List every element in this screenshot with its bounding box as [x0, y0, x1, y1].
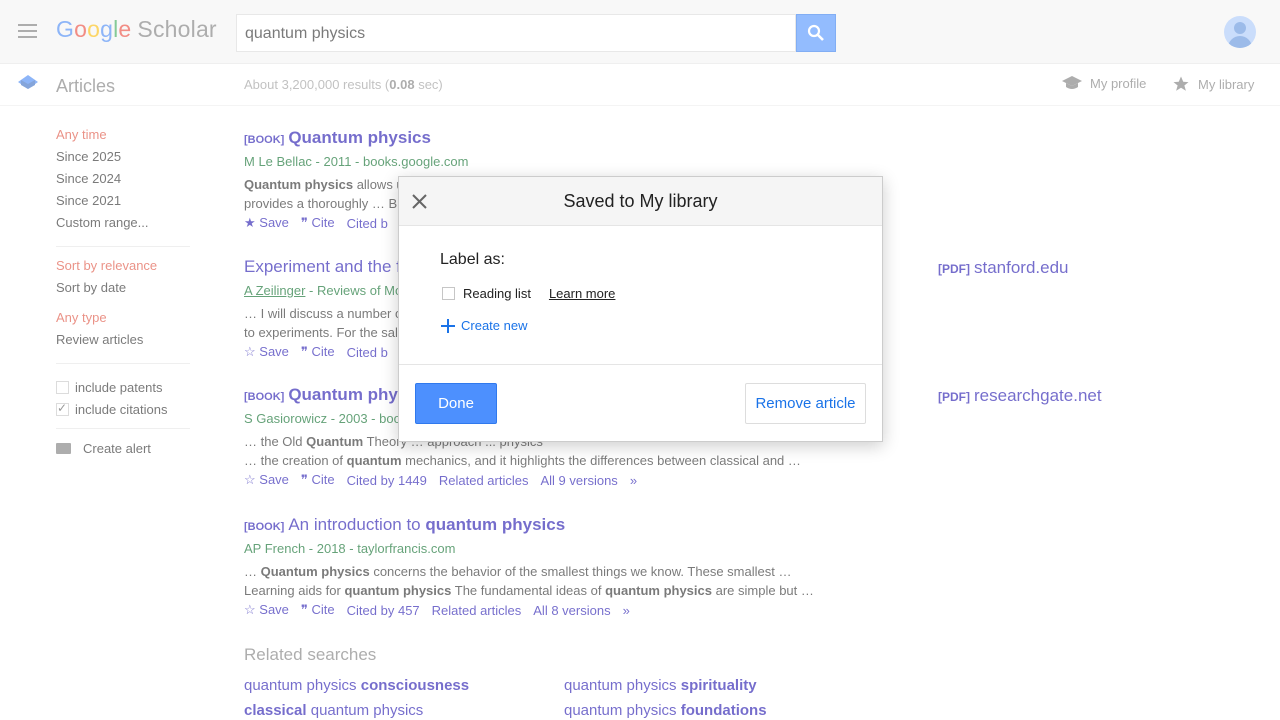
page-title: Articles — [56, 76, 116, 96]
save-button[interactable]: ☆ Save — [244, 344, 289, 360]
avatar[interactable] — [1224, 16, 1256, 48]
divider — [56, 428, 190, 429]
google-scholar-logo[interactable]: Google Scholar — [56, 16, 217, 43]
cite-button[interactable]: ❞ Cite — [301, 344, 335, 360]
more-icon[interactable]: » — [623, 603, 630, 618]
citations-checkbox[interactable] — [56, 401, 69, 416]
filter-since-2025[interactable]: Since 2025 — [56, 150, 190, 172]
related-search-link[interactable]: quantum physics spirituality — [564, 677, 757, 694]
filter-since-2024[interactable]: Since 2024 — [56, 172, 190, 194]
related-search-link[interactable]: quantum physics foundations — [564, 702, 767, 719]
sort-by-date[interactable]: Sort by date — [56, 281, 190, 303]
label-as-heading: Label as: — [440, 251, 505, 268]
related-articles-link[interactable]: Related articles — [439, 473, 529, 488]
cited-by-link[interactable]: Cited b — [347, 345, 388, 360]
result-meta: AP French - 2018 - taylorfrancis.com — [244, 541, 456, 556]
cited-by-link[interactable]: Cited by 457 — [347, 603, 420, 618]
cite-button[interactable]: ❞ Cite — [301, 472, 335, 488]
articles-icon — [18, 75, 38, 89]
include-patents-toggle[interactable]: include patents — [56, 376, 190, 398]
filter-review-articles[interactable]: Review articles — [56, 333, 190, 355]
versions-link[interactable]: All 8 versions — [533, 603, 610, 618]
dialog-title: Saved to My library — [563, 191, 718, 211]
dialog-header: Saved to My library — [399, 177, 882, 226]
save-button[interactable]: ☆ Save — [244, 472, 289, 488]
cite-button[interactable]: ❞ Cite — [301, 602, 335, 618]
related-searches-heading: Related searches — [244, 645, 377, 664]
save-button[interactable]: ★ Save — [244, 215, 289, 231]
cite-button[interactable]: ❞ Cite — [301, 215, 335, 231]
pdf-link[interactable]: [PDF] stanford.edu — [938, 258, 1069, 278]
sidebar: Any time Since 2025 Since 2024 Since 202… — [56, 128, 190, 456]
related-search-link[interactable]: classical quantum physics — [244, 702, 423, 719]
reading-list-row: Reading list Learn more — [442, 286, 615, 301]
divider — [56, 363, 190, 364]
create-alert-button[interactable]: Create alert — [56, 441, 190, 456]
create-new-label-button[interactable]: Create new — [441, 318, 527, 333]
graduation-cap-icon — [1062, 76, 1082, 89]
include-citations-toggle[interactable]: include citations — [56, 398, 190, 420]
filter-custom-range[interactable]: Custom range... — [56, 216, 190, 238]
result-item: [BOOK] An introduction to quantum physics… — [244, 515, 924, 618]
patents-checkbox[interactable] — [56, 380, 69, 394]
save-button[interactable]: ☆ Save — [244, 602, 289, 618]
filter-any-type[interactable]: Any type — [56, 311, 190, 333]
cited-by-link[interactable]: Cited b — [347, 216, 388, 231]
done-button[interactable]: Done — [415, 383, 497, 424]
result-title[interactable]: [BOOK] Quantum physics — [244, 128, 924, 148]
more-icon[interactable]: » — [630, 473, 637, 488]
result-actions: ☆ Save ❞ Cite Cited by 1449 Related arti… — [244, 472, 924, 488]
result-snippet: … Quantum physics concerns the behavior … — [244, 564, 814, 598]
cited-by-link[interactable]: Cited by 1449 — [347, 473, 427, 488]
search-button[interactable] — [796, 14, 836, 52]
saved-to-library-dialog: Saved to My library Label as: Reading li… — [398, 176, 883, 442]
result-meta: M Le Bellac - 2011 - books.google.com — [244, 154, 469, 169]
my-profile-link[interactable]: My profile — [1062, 75, 1146, 91]
versions-link[interactable]: All 9 versions — [541, 473, 618, 488]
envelope-icon — [56, 443, 71, 454]
reading-list-label[interactable]: Reading list — [463, 286, 531, 301]
learn-more-link[interactable]: Learn more — [549, 286, 615, 301]
result-actions: ☆ Save ❞ Cite Cited by 457 Related artic… — [244, 602, 924, 618]
reading-list-checkbox[interactable] — [442, 287, 455, 300]
divider — [399, 364, 882, 365]
menu-icon[interactable] — [18, 24, 37, 38]
result-title[interactable]: [BOOK] An introduction to quantum physics — [244, 515, 924, 535]
related-search-link[interactable]: quantum physics consciousness — [244, 677, 469, 694]
result-stats: About 3,200,000 results (0.08 sec) — [244, 77, 443, 92]
remove-article-button[interactable]: Remove article — [745, 383, 866, 424]
filter-since-2021[interactable]: Since 2021 — [56, 194, 190, 216]
filter-any-time[interactable]: Any time — [56, 128, 190, 150]
divider — [56, 246, 190, 247]
search-input[interactable]: quantum physics — [236, 14, 796, 52]
plus-icon — [441, 318, 455, 333]
search-icon — [807, 24, 824, 41]
author-link[interactable]: A Zeilinger — [244, 283, 305, 298]
star-icon — [1173, 76, 1189, 91]
header: Google Scholar quantum physics — [0, 0, 1280, 64]
my-library-link[interactable]: My library — [1172, 75, 1254, 93]
sort-by-relevance[interactable]: Sort by relevance — [56, 259, 190, 281]
related-articles-link[interactable]: Related articles — [432, 603, 522, 618]
pdf-link[interactable]: [PDF] researchgate.net — [938, 386, 1102, 406]
subheader: Articles About 3,200,000 results (0.08 s… — [0, 64, 1280, 106]
